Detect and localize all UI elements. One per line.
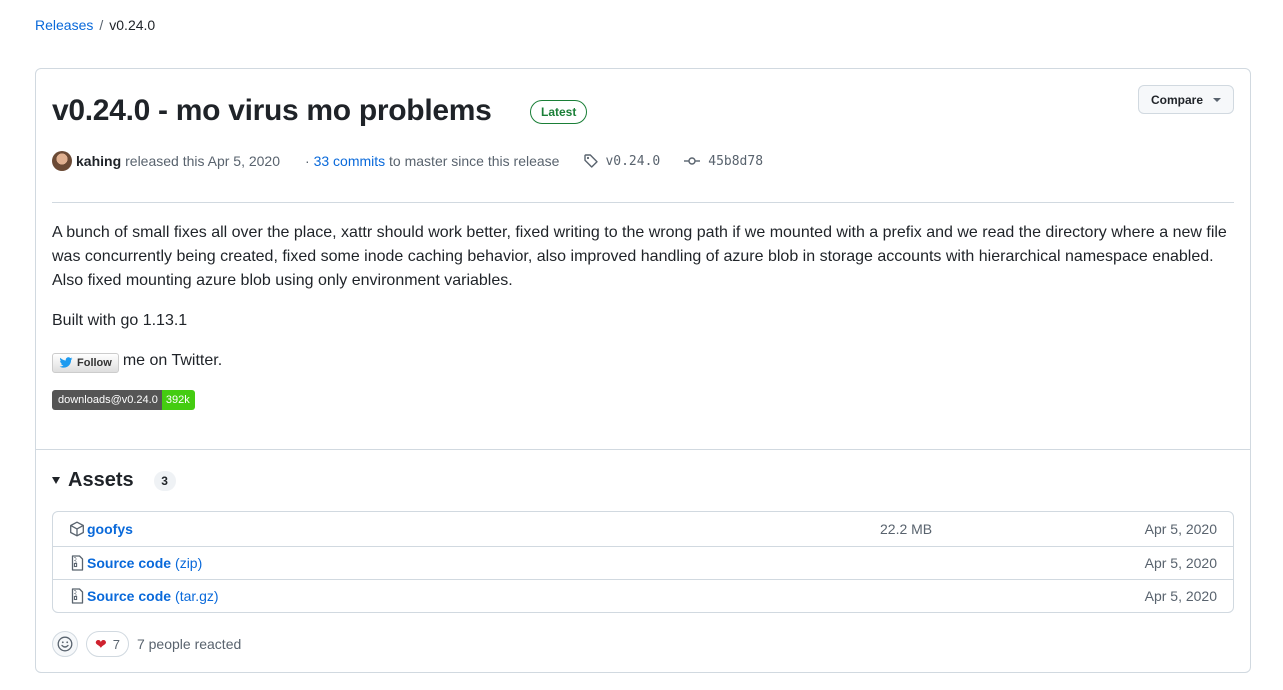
- breadcrumb-current: v0.24.0: [109, 17, 156, 33]
- assets-list: goofys 22.2 MB Apr 5, 2020 Source code (z…: [52, 511, 1234, 613]
- downloads-badge-label: downloads@v0.24.0: [52, 390, 162, 410]
- commits-suffix: to master since this release: [389, 153, 560, 169]
- twitter-bird-icon: [59, 357, 73, 368]
- heart-reaction-count: 7: [112, 636, 120, 652]
- release-meta: kahing released this Apr 5, 2020 · 33 co…: [52, 151, 763, 171]
- release-notes-paragraph: A bunch of small fixes all over the plac…: [52, 224, 1227, 289]
- heart-icon: ❤: [95, 635, 107, 652]
- smiley-icon: [57, 636, 73, 652]
- assets-divider: [36, 449, 1250, 450]
- avatar[interactable]: [52, 151, 72, 171]
- twitter-follow-label: Follow: [77, 357, 112, 369]
- asset-link-goofys[interactable]: goofys: [87, 521, 133, 537]
- asset-date: Apr 5, 2020: [1144, 521, 1217, 537]
- breadcrumb-separator: /: [99, 17, 104, 33]
- release-notes: A bunch of small fixes all over the plac…: [52, 221, 1238, 411]
- tag-link[interactable]: v0.24.0: [583, 153, 660, 169]
- asset-ext-label: (tar.gz): [175, 588, 219, 604]
- git-commit-icon: [684, 157, 701, 165]
- twitter-follow-button[interactable]: Follow: [52, 353, 119, 373]
- asset-ext-label: (zip): [175, 555, 203, 571]
- asset-link-source-zip[interactable]: Source code (zip): [87, 555, 202, 571]
- asset-row: Source code (zip) Apr 5, 2020: [53, 546, 1233, 579]
- asset-row: Source code (tar.gz) Apr 5, 2020: [53, 579, 1233, 612]
- asset-date: Apr 5, 2020: [1144, 555, 1217, 571]
- tag-name: v0.24.0: [605, 153, 661, 169]
- twitter-follow-text: me on Twitter.: [122, 352, 223, 369]
- commit-sha: 45b8d78: [708, 153, 764, 169]
- header-divider: [52, 202, 1234, 203]
- build-info: Built with go 1.13.1: [52, 312, 188, 329]
- assets-toggle[interactable]: Assets 3: [52, 469, 176, 492]
- released-date: released this Apr 5, 2020: [125, 153, 281, 169]
- asset-name-label: Source code: [87, 588, 172, 604]
- latest-badge: Latest: [530, 100, 588, 124]
- heart-reaction-button[interactable]: ❤ 7: [86, 631, 129, 657]
- reactions-summary: 7 people reacted: [136, 636, 242, 652]
- assets-title: Assets: [68, 469, 134, 491]
- downloads-badge[interactable]: downloads@v0.24.0 392k: [52, 390, 195, 410]
- commit-link[interactable]: 45b8d78: [684, 153, 763, 169]
- twitter-follow-row: Follow me on Twitter.: [52, 349, 1238, 373]
- compare-button-label: Compare: [1150, 92, 1203, 107]
- release-title[interactable]: v0.24.0 - mo virus mo problems: [52, 91, 492, 131]
- file-zip-icon: [71, 588, 84, 604]
- add-reaction-button[interactable]: [52, 631, 78, 657]
- breadcrumb-releases-link[interactable]: Releases: [35, 17, 93, 33]
- asset-date: Apr 5, 2020: [1144, 588, 1217, 604]
- commits-info: · 33 commits to master since this releas…: [305, 153, 559, 169]
- commits-link[interactable]: 33 commits: [314, 153, 386, 169]
- author-link[interactable]: kahing: [76, 153, 121, 169]
- release-card: v0.24.0 - mo virus mo problems Latest Co…: [35, 68, 1251, 673]
- asset-size: 22.2 MB: [880, 521, 933, 537]
- downloads-badge-value: 392k: [161, 390, 195, 410]
- reactions-row: ❤ 7 7 people reacted: [52, 631, 241, 657]
- package-icon: [70, 521, 84, 537]
- chevron-down-icon: [1213, 97, 1221, 102]
- breadcrumb: Releases / v0.24.0: [35, 17, 155, 33]
- asset-link-source-targz[interactable]: Source code (tar.gz): [87, 588, 219, 604]
- assets-count: 3: [153, 470, 176, 491]
- commits-dot: ·: [305, 153, 310, 169]
- file-zip-icon: [71, 555, 84, 571]
- asset-row: goofys 22.2 MB Apr 5, 2020: [53, 512, 1233, 546]
- asset-name-label: Source code: [87, 555, 172, 571]
- triangle-down-icon: [52, 477, 60, 484]
- tag-icon: [584, 154, 599, 168]
- compare-button[interactable]: Compare: [1137, 85, 1234, 114]
